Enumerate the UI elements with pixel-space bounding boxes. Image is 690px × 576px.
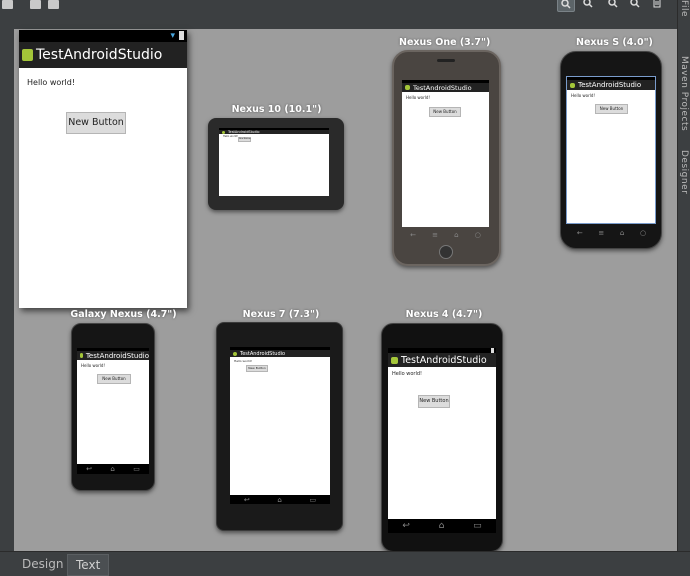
new-button[interactable]: New Button: [429, 107, 461, 117]
back-icon[interactable]: ↩: [402, 521, 410, 531]
action-bar: TestAndroidStudio: [19, 42, 187, 68]
menu-icon[interactable]: ≡: [432, 231, 438, 239]
search-icon[interactable]: ○: [640, 229, 646, 237]
back-icon[interactable]: ←: [577, 229, 583, 237]
zoom-fit-icon[interactable]: [557, 0, 575, 12]
device-label-galaxy-nexus: Galaxy Nexus (4.7"): [70, 309, 177, 320]
device-label-nexus7: Nexus 7 (7.3"): [242, 309, 320, 320]
save-icon[interactable]: [30, 0, 41, 9]
zoom-in-icon[interactable]: [605, 0, 621, 10]
new-button[interactable]: New Button: [595, 104, 628, 114]
back-icon[interactable]: ↩: [86, 465, 92, 473]
sidebar-maven-tab[interactable]: Maven Projects: [679, 56, 689, 131]
new-button[interactable]: New Button: [97, 374, 131, 384]
hello-text: Hello world!: [27, 78, 76, 87]
hello-text: Hello world!: [571, 93, 596, 98]
tab-text[interactable]: Text: [67, 554, 110, 576]
preview-canvas: ▾ TestAndroidStudio Hello world! New But…: [14, 29, 677, 552]
tab-design[interactable]: Design: [14, 554, 71, 574]
hello-text: Hello world!: [392, 371, 423, 377]
app-title: TestAndroidStudio: [85, 351, 149, 360]
back-icon[interactable]: ↩: [244, 496, 250, 504]
device-nexus-one[interactable]: TestAndroidStudio Hello world! New Butto…: [392, 50, 501, 266]
app-title: TestAndroidStudio: [413, 83, 472, 92]
device-menu-icon[interactable]: [2, 0, 13, 9]
zoom-actual-icon[interactable]: [580, 0, 596, 10]
app-title: TestAndroidStudio: [578, 81, 642, 89]
battery-icon: [179, 31, 184, 40]
recent-apps-icon[interactable]: ▭: [310, 496, 317, 504]
device-label-nexus4: Nexus 4 (4.7"): [405, 309, 483, 320]
recent-apps-icon[interactable]: ▭: [473, 521, 482, 531]
device-label-nexus-one: Nexus One (3.7"): [399, 37, 491, 48]
sidebar-designer-tab[interactable]: Designer: [679, 150, 689, 194]
app-title: TestAndroidStudio: [36, 47, 163, 63]
new-button[interactable]: New Button: [238, 137, 251, 142]
recent-apps-icon[interactable]: ▭: [133, 465, 140, 473]
device-nexus7[interactable]: TestAndroidStudio Hello world! New Butto…: [216, 322, 343, 531]
app-title: TestAndroidStudio: [401, 354, 487, 366]
home-icon[interactable]: ⌂: [110, 465, 114, 473]
app-title: TestAndroidStudio: [228, 130, 260, 134]
download-icon[interactable]: [48, 0, 59, 9]
new-button[interactable]: New Button: [66, 112, 126, 134]
main-preview[interactable]: ▾ TestAndroidStudio Hello world! New But…: [19, 30, 187, 308]
device-nexus10[interactable]: TestAndroidStudio Hello world! New Butto…: [208, 118, 344, 210]
device-nexus-s[interactable]: TestAndroidStudio Hello world! New Butto…: [560, 51, 662, 249]
home-icon[interactable]: ⌂: [454, 231, 458, 239]
home-icon[interactable]: ⌂: [620, 229, 624, 237]
device-label-nexus10: Nexus 10 (10.1"): [231, 104, 322, 115]
trackball: [439, 245, 453, 259]
status-bar: ▾: [19, 30, 187, 42]
menu-icon[interactable]: ≡: [598, 229, 604, 237]
right-tool-strip: File Maven Projects Designer: [677, 0, 690, 551]
sidebar-file-tab[interactable]: File: [679, 0, 689, 17]
new-button[interactable]: New Button: [418, 395, 450, 408]
hello-text: Hello world!: [81, 363, 106, 368]
hello-text: Hello world!: [406, 95, 431, 100]
layout-toolbar: [0, 0, 690, 14]
editor-tab-bar: Design Text: [0, 551, 690, 576]
hello-text: Hello world!: [234, 359, 253, 363]
device-label-nexus-s: Nexus S (4.0"): [576, 37, 653, 48]
back-icon[interactable]: ←: [410, 231, 416, 239]
new-button[interactable]: New Button: [246, 365, 268, 372]
home-icon[interactable]: ⌂: [277, 496, 281, 504]
android-icon: [22, 49, 33, 61]
search-icon[interactable]: ○: [475, 231, 481, 239]
wifi-icon: ▾: [170, 31, 175, 41]
home-icon[interactable]: ⌂: [439, 521, 445, 531]
device-galaxy-nexus[interactable]: TestAndroidStudio Hello world! New Butto…: [71, 323, 155, 491]
zoom-out-icon[interactable]: [627, 0, 643, 10]
app-title: TestAndroidStudio: [240, 350, 286, 357]
refresh-icon[interactable]: [649, 0, 665, 10]
device-nexus4[interactable]: TestAndroidStudio Hello world! New Butto…: [381, 323, 503, 552]
